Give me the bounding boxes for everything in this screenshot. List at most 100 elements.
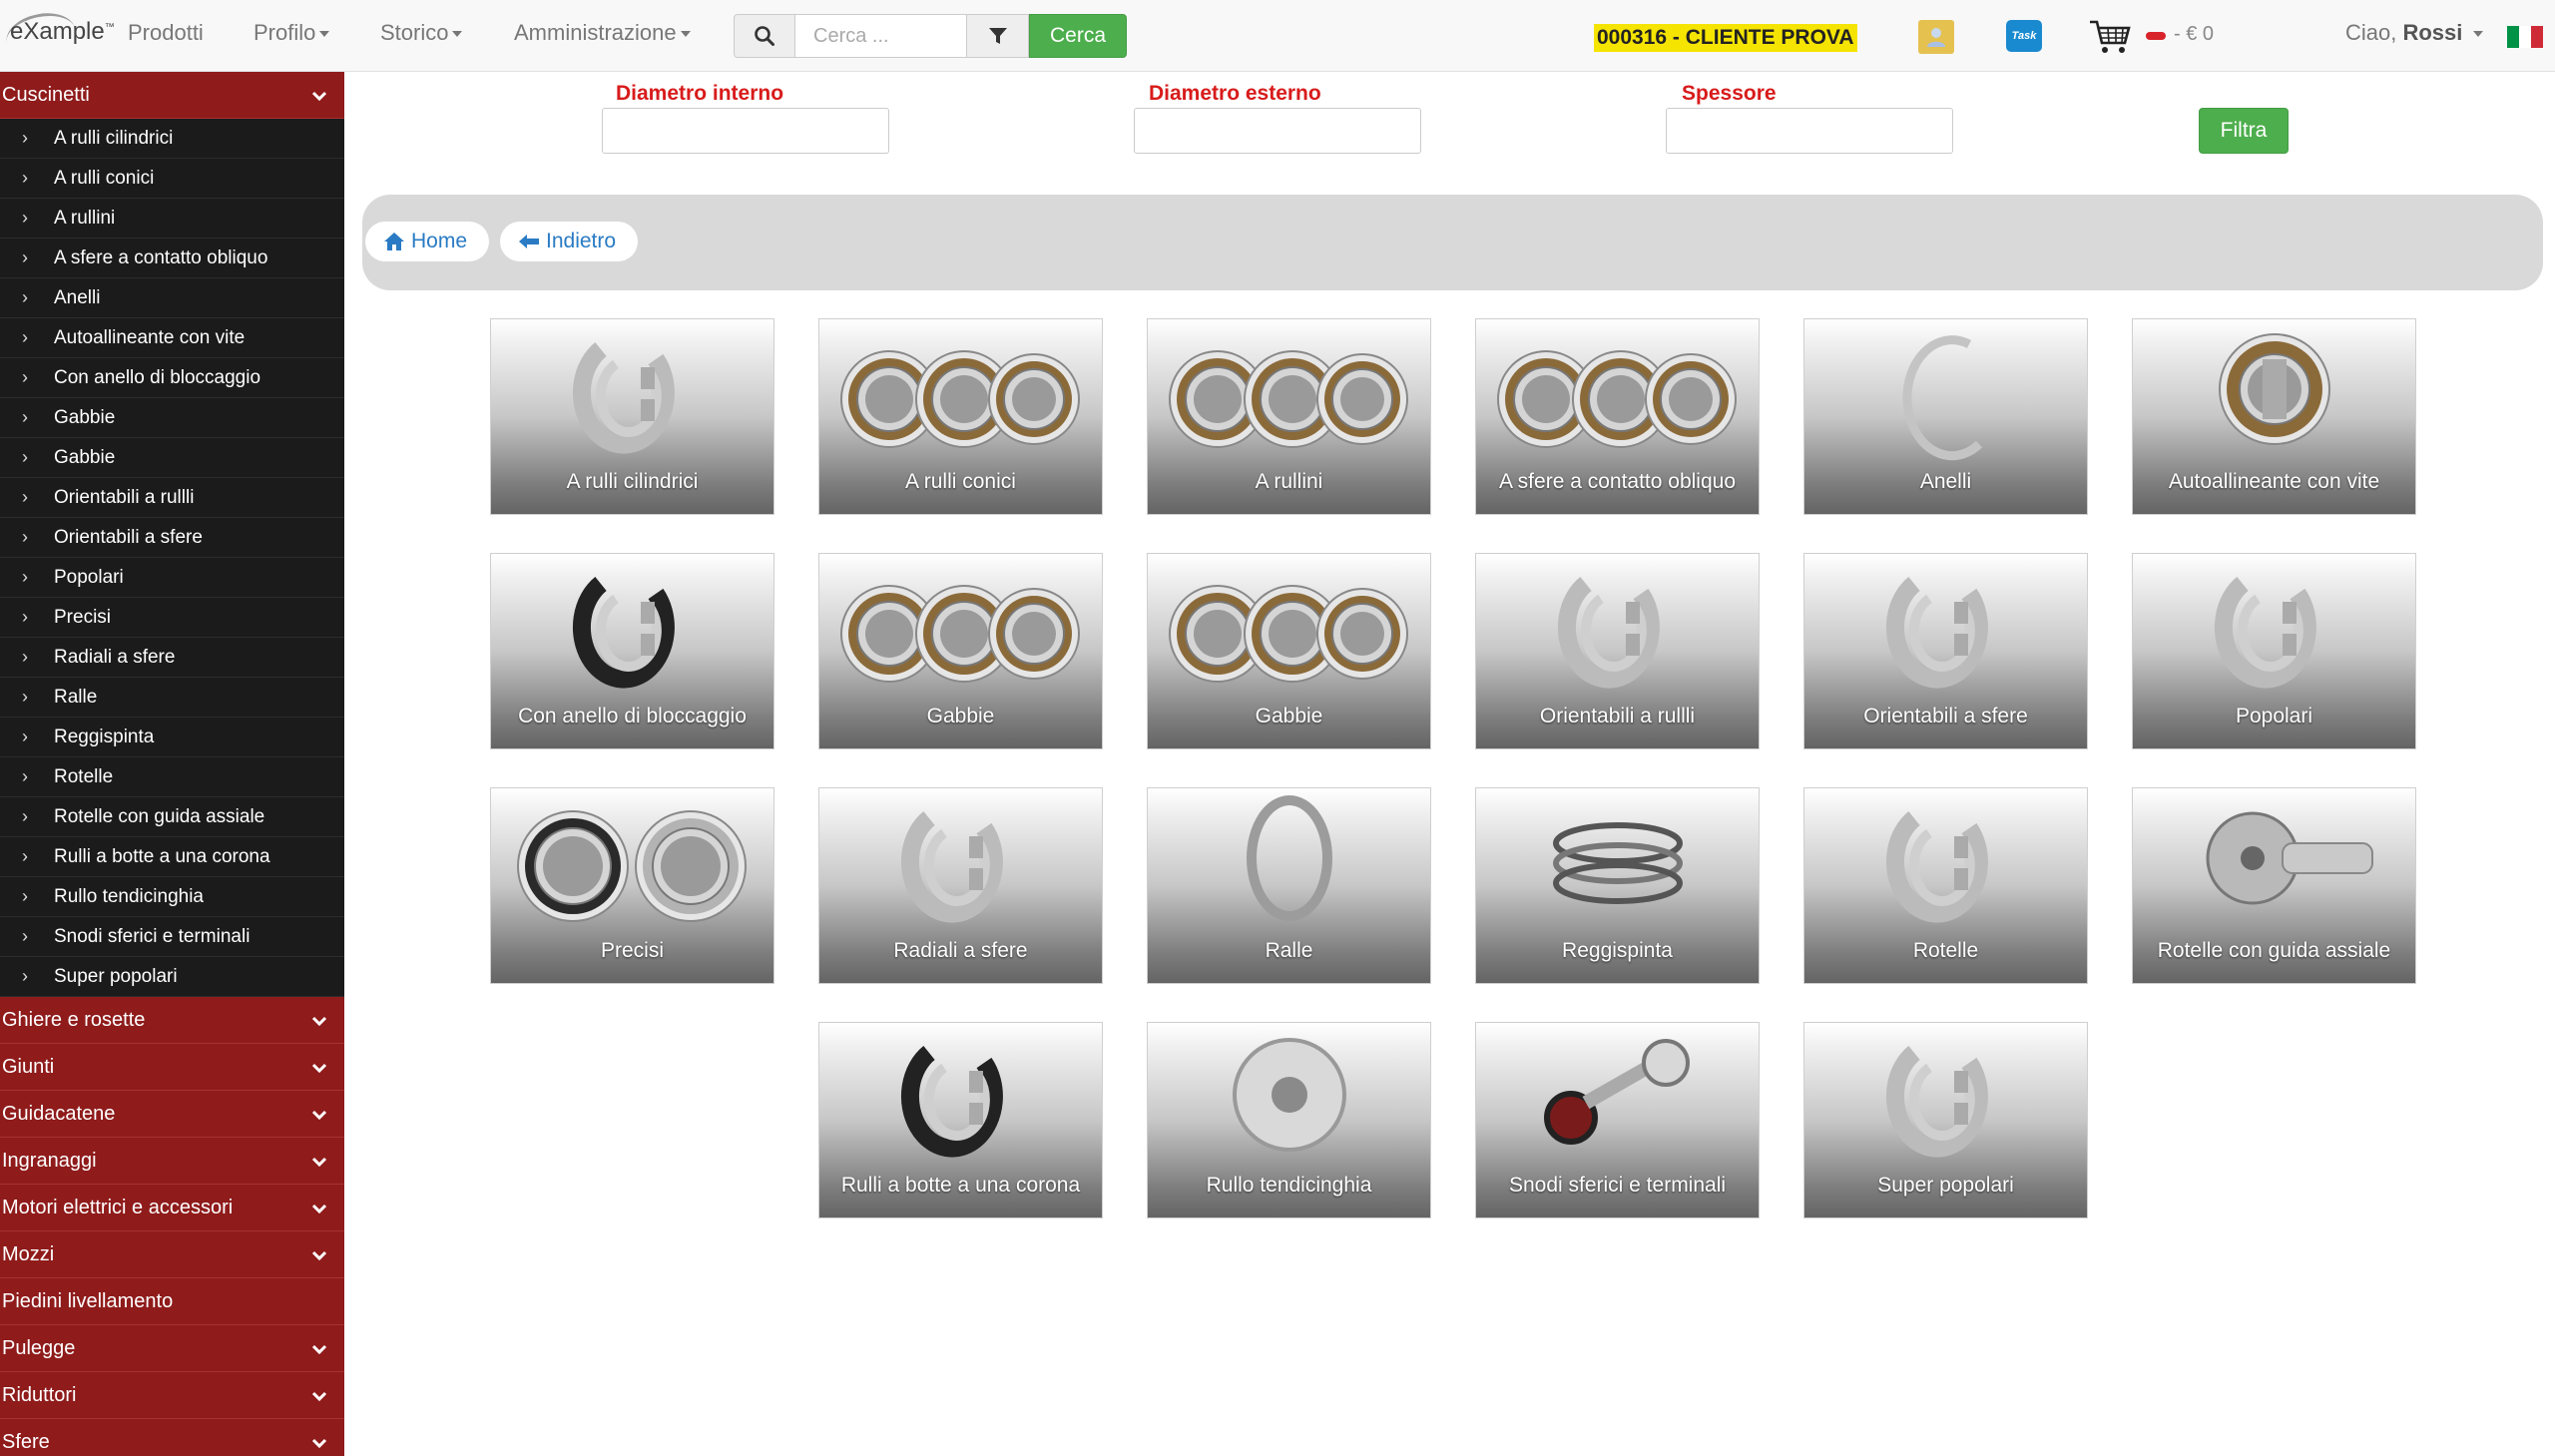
flag-stripe <box>2519 26 2531 48</box>
sidebar-subitem[interactable]: › Rotelle con guida assiale <box>0 797 344 837</box>
sidebar-category[interactable]: Guidacatene <box>0 1091 344 1138</box>
user-menu[interactable]: Ciao, Rossi <box>2345 20 2483 46</box>
sidebar-subitem[interactable]: › Orientabili a rullli <box>0 478 344 518</box>
sidebar-subitem[interactable]: › Gabbie <box>0 438 344 478</box>
sidebar-category[interactable]: Sfere <box>0 1419 344 1456</box>
chevron-right-icon: › <box>22 487 28 507</box>
chevron-right-icon: › <box>22 168 28 188</box>
category-tile[interactable]: Rullo tendicinghia <box>1147 1022 1431 1218</box>
nav-amministrazione[interactable]: Amministrazione <box>514 20 691 46</box>
nav-prodotti[interactable]: Prodotti <box>128 20 204 46</box>
sidebar-subitem[interactable]: › A sfere a contatto obliquo <box>0 239 344 278</box>
sidebar-subitem[interactable]: › Popolari <box>0 558 344 598</box>
category-tile[interactable]: Orientabili a rullli <box>1475 553 1760 749</box>
sidebar-category[interactable]: Pulegge <box>0 1325 344 1372</box>
sidebar-subitem[interactable]: › A rullini <box>0 199 344 239</box>
chevron-right-icon: › <box>22 327 28 347</box>
tile-label: Anelli <box>1919 470 1972 493</box>
category-tile[interactable]: Radiali a sfere <box>818 787 1103 984</box>
tile-label: Snodi sferici e terminali <box>1508 1174 1727 1197</box>
breadcrumb-back[interactable]: Indietro <box>500 222 639 261</box>
category-tile[interactable]: Reggispinta <box>1475 787 1760 984</box>
sidebar-subitem[interactable]: › Reggispinta <box>0 718 344 757</box>
category-tile[interactable]: Con anello di bloccaggio <box>490 553 774 749</box>
tile-label: Rullo tendicinghia <box>1206 1174 1372 1197</box>
sidebar-subitem[interactable]: › Super popolari <box>0 957 344 997</box>
sidebar-subitem[interactable]: › Snodi sferici e terminali <box>0 917 344 957</box>
tile-label: Autoallineante con vite <box>2168 470 2380 493</box>
sidebar-category[interactable]: Ingranaggi <box>0 1138 344 1185</box>
sidebar-category-cuscinetti[interactable]: Cuscinetti <box>0 72 344 119</box>
chevron-right-icon: › <box>22 846 28 866</box>
chevron-right-icon: › <box>22 447 28 467</box>
category-tile[interactable]: Super popolari <box>1803 1022 2088 1218</box>
thrust-washer-icon <box>1247 795 1332 921</box>
brand-logo[interactable]: eXample™ <box>2 7 122 65</box>
category-tile[interactable]: Snodi sferici e terminali <box>1475 1022 1760 1218</box>
nav-profilo[interactable]: Profilo <box>254 20 330 46</box>
caret-down-icon <box>2472 31 2483 38</box>
sidebar-category[interactable]: Piedini livellamento <box>0 1278 344 1325</box>
nav-storico[interactable]: Storico <box>380 20 463 46</box>
breadcrumb-home[interactable]: Home <box>365 222 490 261</box>
cart-icon[interactable] <box>2088 18 2132 56</box>
category-tile[interactable]: Ralle <box>1147 787 1431 984</box>
cylindrical-roller-bearing-icon <box>572 342 675 454</box>
category-tile[interactable]: Rotelle con guida assiale <box>2132 787 2416 984</box>
sidebar-subitem[interactable]: › Orientabili a sfere <box>0 518 344 558</box>
language-flag-italy-icon[interactable] <box>2507 26 2543 48</box>
category-tile[interactable]: Rulli a botte a una corona <box>818 1022 1103 1218</box>
diametro-interno-input[interactable] <box>602 108 889 154</box>
search-submit-button[interactable]: Cerca <box>1029 14 1127 58</box>
category-tile[interactable]: Gabbie <box>1147 553 1431 749</box>
category-tile[interactable]: A sfere a contatto obliquo <box>1475 318 1760 515</box>
sidebar-category[interactable]: Ghiere e rosette <box>0 997 344 1044</box>
client-badge[interactable]: 000316 - CLIENTE PROVA <box>1594 24 1857 52</box>
sidebar-category[interactable]: Giunti <box>0 1044 344 1091</box>
chevron-right-icon: › <box>22 287 28 307</box>
filter-button[interactable] <box>967 14 1029 58</box>
sidebar-subitem[interactable]: › Con anello di bloccaggio <box>0 358 344 398</box>
task-icon[interactable]: Task <box>2006 20 2042 52</box>
filter-funnel-icon <box>988 28 1007 44</box>
self-aligning-bearing-icon <box>2219 333 2330 445</box>
sidebar-subitem[interactable]: › Radiali a sfere <box>0 638 344 678</box>
filter-submit-button[interactable]: Filtra <box>2199 108 2289 154</box>
sidebar-subitem[interactable]: › A rulli conici <box>0 159 344 199</box>
label-diametro-interno: Diametro interno <box>616 82 784 105</box>
category-tile[interactable]: A rulli cilindrici <box>490 318 774 515</box>
cart-total[interactable]: - € 0 <box>2174 23 2214 46</box>
sidebar-category[interactable]: Motori elettrici e accessori <box>0 1185 344 1231</box>
spessore-input[interactable] <box>1666 108 1953 154</box>
tile-label: Rotelle <box>1912 939 1979 962</box>
category-tile[interactable]: Orientabili a sfere <box>1803 553 2088 749</box>
sidebar-category[interactable]: Mozzi <box>0 1231 344 1278</box>
sidebar-subitem[interactable]: › Rotelle <box>0 757 344 797</box>
sidebar-subitem[interactable]: › Ralle <box>0 678 344 718</box>
user-profile-icon[interactable] <box>1918 20 1954 54</box>
category-tile[interactable]: A rulli conici <box>818 318 1103 515</box>
sidebar-subitem[interactable]: › Precisi <box>0 598 344 638</box>
tile-label: Gabbie <box>1255 705 1323 728</box>
sidebar-subitem[interactable]: › Rullo tendicinghia <box>0 877 344 917</box>
category-tile[interactable]: A rullini <box>1147 318 1431 515</box>
diametro-esterno-input[interactable] <box>1134 108 1421 154</box>
sidebar-subitem[interactable]: › Anelli <box>0 278 344 318</box>
category-tile[interactable]: Popolari <box>2132 553 2416 749</box>
search-icon-button[interactable] <box>734 14 795 58</box>
sidebar-category[interactable]: Riduttori <box>0 1372 344 1419</box>
chevron-right-icon: › <box>22 766 28 786</box>
belt-tensioner-icon <box>1233 1038 1346 1152</box>
sidebar-subitem[interactable]: › Autoallineante con vite <box>0 318 344 358</box>
category-tile[interactable]: Precisi <box>490 787 774 984</box>
category-tile[interactable]: Gabbie <box>818 553 1103 749</box>
tile-label: A rulli conici <box>905 470 1016 493</box>
search-input[interactable] <box>795 14 967 58</box>
category-tile[interactable]: Anelli <box>1803 318 2088 515</box>
sidebar-subitem[interactable]: › Rulli a botte a una corona <box>0 837 344 877</box>
sidebar-subitem[interactable]: › Gabbie <box>0 398 344 438</box>
category-tile[interactable]: Rotelle <box>1803 787 2088 984</box>
ring-icon <box>1902 335 1983 461</box>
sidebar-subitem[interactable]: › A rulli cilindrici <box>0 119 344 159</box>
category-tile[interactable]: Autoallineante con vite <box>2132 318 2416 515</box>
